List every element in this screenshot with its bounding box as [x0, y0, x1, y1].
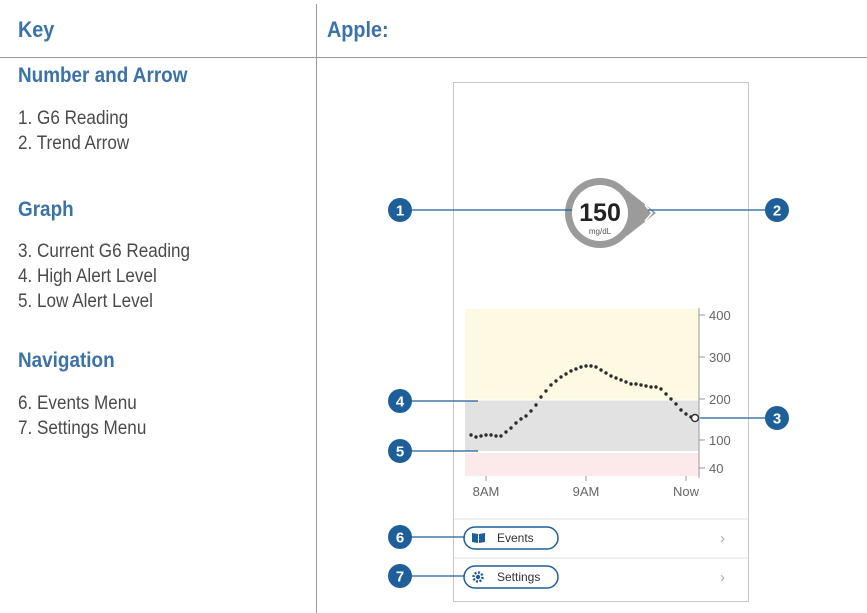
- callout-5: 5: [388, 439, 412, 463]
- trace-dot: [564, 372, 568, 376]
- reading-value: 150: [579, 199, 621, 227]
- svg-text:1: 1: [396, 203, 404, 220]
- high-zone: [465, 309, 699, 400]
- trace-dot: [584, 364, 588, 368]
- callout-1: 1: [388, 198, 412, 222]
- y-tick-300: 300: [709, 350, 731, 365]
- reading-unit: mg/dL: [589, 227, 612, 236]
- trace-dot: [494, 434, 498, 438]
- x-tick-9am: 9AM: [573, 484, 600, 499]
- trace-dot: [554, 379, 558, 383]
- svg-text:2: 2: [773, 203, 781, 220]
- settings-chevron-icon: ›: [720, 569, 725, 586]
- trace-dot: [524, 414, 528, 418]
- trace-dot: [679, 408, 683, 412]
- g6-reading-display: 150 mg/dL: [565, 178, 656, 248]
- svg-text:4: 4: [396, 394, 405, 411]
- events-menu-row[interactable]: Events ›: [463, 526, 725, 550]
- trace-dot: [589, 364, 593, 368]
- svg-text:3: 3: [773, 411, 781, 428]
- trace-dot: [469, 433, 473, 437]
- trace-dot: [484, 433, 488, 437]
- trace-dot: [474, 435, 478, 439]
- trace-dot: [669, 397, 673, 401]
- trace-dot: [614, 376, 618, 380]
- trace-dot: [659, 387, 663, 391]
- trace-dot: [489, 433, 493, 437]
- trace-dot: [549, 383, 553, 387]
- app-illustration: 150 mg/dL 400 300 200 100 40 8AM 9AM Now: [388, 178, 789, 589]
- settings-menu-row[interactable]: Settings ›: [463, 565, 725, 589]
- callout-4: 4: [388, 389, 412, 413]
- trace-dot: [619, 378, 623, 382]
- trace-dot: [569, 369, 573, 373]
- events-chevron-icon: ›: [720, 530, 725, 547]
- trace-dot: [544, 389, 548, 393]
- events-label: Events: [497, 531, 534, 545]
- current-reading-marker: [690, 413, 700, 423]
- trace-dot: [644, 384, 648, 388]
- trace-dot: [519, 417, 523, 421]
- trace-dot: [629, 382, 633, 386]
- callout-7: 7: [388, 564, 412, 588]
- trace-dot: [539, 395, 543, 399]
- y-tick-40: 40: [709, 461, 723, 476]
- y-tick-200: 200: [709, 392, 731, 407]
- svg-text:7: 7: [396, 569, 404, 586]
- callout-6: 6: [388, 525, 412, 549]
- trace-dot: [594, 365, 598, 369]
- trace-dot: [649, 385, 653, 389]
- trace-dot: [639, 383, 643, 387]
- trace-dot: [604, 371, 608, 375]
- trace-dot: [534, 403, 538, 407]
- trace-dot: [624, 380, 628, 384]
- callout-3: 3: [765, 406, 789, 430]
- trace-dot: [579, 365, 583, 369]
- trace-dot: [634, 382, 638, 386]
- settings-label: Settings: [497, 570, 540, 584]
- y-tick-100: 100: [709, 433, 731, 448]
- trace-dot: [509, 426, 513, 430]
- trace-dot: [654, 385, 658, 389]
- trace-dot: [529, 409, 533, 413]
- trace-dot: [514, 421, 518, 425]
- target-range-zone: [465, 400, 699, 452]
- x-ticks: 8AM 9AM Now: [473, 476, 700, 499]
- trace-dot: [664, 392, 668, 396]
- trace-dot: [599, 368, 603, 372]
- trace-dot: [499, 434, 503, 438]
- y-tick-400: 400: [709, 308, 731, 323]
- trace-dot: [504, 430, 508, 434]
- callout-2: 2: [765, 198, 789, 222]
- trace-dot: [609, 374, 613, 378]
- trace-dot: [479, 434, 483, 438]
- svg-text:5: 5: [396, 444, 404, 461]
- svg-text:6: 6: [396, 530, 404, 547]
- x-tick-now: Now: [673, 484, 700, 499]
- trace-dot: [674, 402, 678, 406]
- trace-dot: [559, 375, 563, 379]
- y-ticks: 400 300 200 100 40: [699, 308, 731, 476]
- x-tick-8am: 8AM: [473, 484, 500, 499]
- trace-dot: [574, 367, 578, 371]
- trace-dot: [684, 412, 688, 416]
- low-zone: [465, 452, 699, 476]
